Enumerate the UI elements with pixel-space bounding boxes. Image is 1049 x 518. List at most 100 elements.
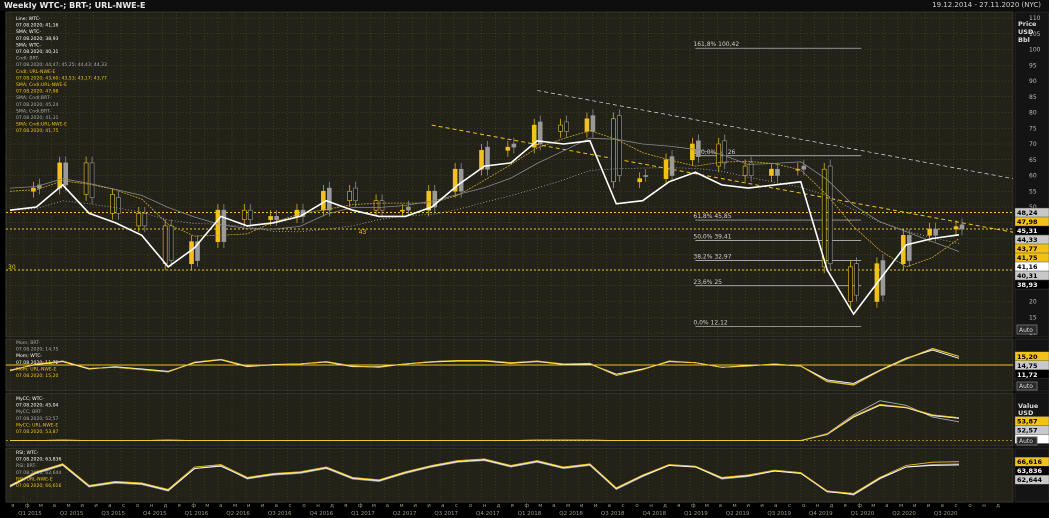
brt-candle (406, 206, 411, 211)
month-tick-label: д (663, 503, 667, 509)
mom_panel-value-tag-text: 15,20 (1017, 353, 1038, 361)
macd_panel-value-tag-text: 52,57 (1017, 427, 1038, 435)
month-tick-label: и (594, 503, 598, 509)
urlnwe-candle (136, 213, 142, 227)
brt-candle (458, 168, 464, 192)
urlnwe-candle (294, 209, 300, 217)
brt-candle (168, 225, 174, 261)
month-tick-label: м (538, 503, 542, 509)
urlnwe-candle (558, 124, 563, 132)
mom-legend-item: 07.08.2020; 15,20 (16, 373, 59, 379)
macd_panel-auto-label: Auto (1019, 438, 1033, 445)
month-tick-label: н (982, 503, 986, 509)
chart-window: Weekly WTC-; BRT-; URL-NWE-E 19.12.2014 … (0, 0, 1049, 518)
quarter-tick-label: Q4 2019 (809, 511, 833, 517)
urlnwe-candle (637, 178, 642, 183)
price-legend-item: 07.08.2020; 38,93 (16, 36, 59, 42)
rsi_panel-value-tag-text: 62,644 (1017, 476, 1043, 484)
price-value-tag-text: 48,24 (1017, 209, 1038, 217)
rsi_panel-value-tag-text: 66,616 (1017, 458, 1043, 466)
quarter-tick-label: Q3 2020 (934, 511, 958, 517)
month-tick-label: ф (691, 503, 696, 509)
brt-candle (643, 175, 648, 177)
month-tick-label: ф (358, 503, 363, 509)
mycc-legend-item: 07.08.2020; 53,87 (16, 429, 59, 435)
price-legend-item: SMA; Cndl;BRT- (16, 95, 51, 101)
urlnwe-candle (321, 190, 326, 211)
chart-canvas[interactable]: яфмамииасондяфмамииасондяфмамииасондяфма… (0, 0, 1049, 518)
brt-candle (142, 213, 148, 227)
price-value-tag-text: 40,31 (1017, 272, 1038, 280)
level-43-label: 43 (359, 229, 367, 236)
quarter-tick-label: Q3 2019 (767, 511, 791, 517)
quarter-tick-label: Q3 2015 (101, 511, 125, 517)
fib-level-label: 161,8% 100,42 (693, 41, 739, 48)
month-tick-label: м (733, 503, 737, 509)
urlnwe-candle (584, 118, 590, 132)
rsi_panel-value-tag-text: 63,836 (1017, 467, 1043, 475)
price-legend-item: SMA; WTC- (16, 42, 41, 48)
urlnwe-candle (821, 168, 827, 268)
month-tick-label: и (413, 503, 417, 509)
price-legend-item: 07.08.2020; 43,60; 43,53; 43,17; 43,77 (16, 75, 107, 81)
quarter-tick-label: Q2 2017 (393, 511, 417, 517)
quarter-tick-label: Q4 2017 (476, 511, 500, 517)
mycc-legend-item: MyCC; BRT- (16, 409, 42, 415)
price-legend-item: SMA; WTC- (16, 29, 41, 35)
urlnwe-candle (373, 200, 379, 211)
price-legend-item: 07.08.2020; 40,31 (16, 49, 59, 55)
price-legend-item: SMA; Cndl;URL-NWE-E (16, 122, 67, 128)
urlnwe-candle (162, 225, 168, 264)
quarter-tick-label: Q1 2017 (351, 511, 375, 517)
month-tick-label: с (455, 503, 458, 509)
month-tick-label: м (372, 503, 376, 509)
urlnwe-candle (347, 190, 352, 201)
month-tick-label: и (94, 503, 98, 509)
brt-candle (221, 209, 227, 242)
month-tick-label: я (511, 503, 514, 509)
price-legend-item: Line; WTC- (16, 16, 41, 22)
brt-candle (801, 165, 807, 170)
fib-level-label: 38,2% 32,97 (693, 254, 731, 261)
price-axis-header: Bbl (1018, 36, 1030, 44)
month-tick-label: а (386, 503, 389, 509)
month-tick-label: я (677, 503, 680, 509)
month-tick-label: н (816, 503, 820, 509)
brt-candle (379, 200, 385, 211)
price-value-tag-text: 44,33 (1017, 236, 1038, 244)
quarter-tick-label: Q2 2016 (226, 511, 250, 517)
month-tick-label: м (705, 503, 709, 509)
month-tick-label: а (608, 503, 611, 509)
month-tick-label: д (996, 503, 1000, 509)
rsi-legend-item: RSI; WTC- (16, 450, 39, 456)
price-legend-item: 07.08.2020; 41,31 (16, 115, 59, 121)
price-legend-item: SMA; Cndl;URL-NWE-E (16, 82, 67, 88)
month-tick-label: н (649, 503, 653, 509)
price-legend-item: SMA; Cndl;BRT- (16, 108, 51, 114)
quarter-tick-label: Q4 2018 (643, 511, 667, 517)
month-tick-label: м (233, 503, 237, 509)
rsi-legend-item: RSI; BRT- (16, 463, 37, 469)
mom_panel-auto-label: Auto (1019, 383, 1033, 390)
month-tick-label: м (899, 503, 903, 509)
price-value-tag-text: 41,16 (1017, 263, 1038, 271)
price-legend-item: 07.08.2020; 41,75 (16, 128, 59, 134)
price-value-tag-text: 41,75 (1017, 254, 1038, 262)
brt-candle (722, 140, 728, 164)
month-tick-label: н (483, 503, 487, 509)
month-tick-label: н (150, 503, 154, 509)
price-axis-header: USD (1018, 28, 1034, 36)
fib-level-label: 23,6% 25 (693, 279, 722, 286)
urlnwe-candle (953, 226, 959, 230)
quarter-tick-label: Q2 2018 (559, 511, 583, 517)
month-tick-label: м (400, 503, 404, 509)
month-tick-label: о (968, 503, 972, 509)
mom-legend-item: 07.08.2020; 14,75 (16, 347, 59, 353)
mom_panel-value-tag-text: 11,72 (1017, 371, 1038, 379)
urlnwe-candle (189, 241, 194, 264)
level-30-label: 30 (8, 264, 16, 271)
brt-candle (89, 162, 95, 198)
quarter-tick-label: Q2 2019 (726, 511, 750, 517)
month-tick-label: ф (857, 503, 862, 509)
price-value-tag-text: 43,77 (1017, 245, 1038, 253)
